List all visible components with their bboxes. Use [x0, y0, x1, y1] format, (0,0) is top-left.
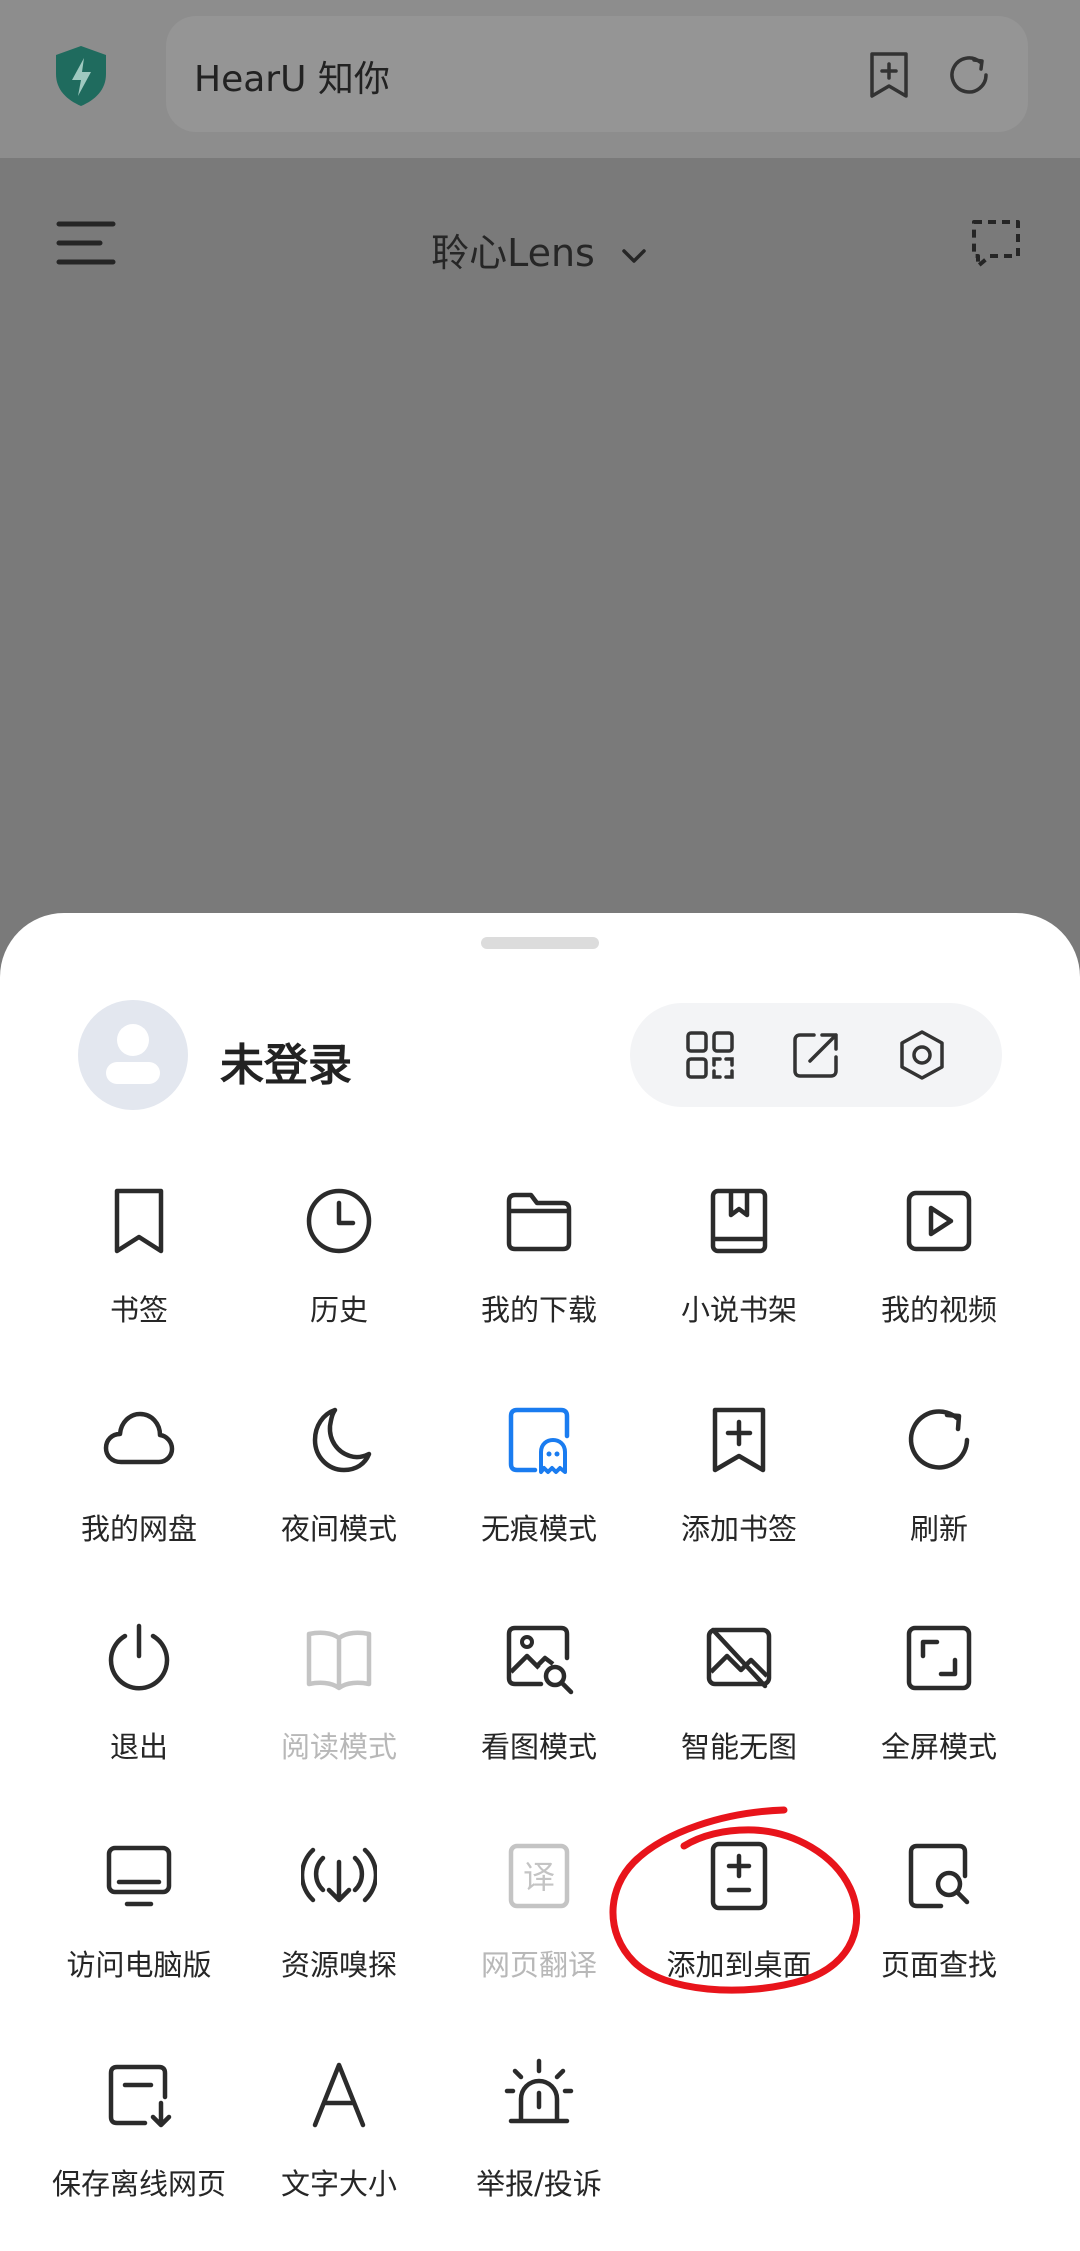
menu-item-fullscreen[interactable]: 全屏模式 [839, 1620, 1039, 1770]
page-title-text: 聆心Lens [431, 231, 595, 275]
menu-item-novel-shelf[interactable]: 小说书架 [639, 1183, 839, 1333]
play-icon [906, 1190, 972, 1252]
menu-item-night-mode[interactable]: 夜间模式 [239, 1402, 439, 1552]
moon-icon [312, 1407, 372, 1473]
bookmark-icon [114, 1188, 164, 1254]
folder-icon [506, 1192, 572, 1252]
menu-item-reading-mode[interactable]: 阅读模式 [239, 1620, 439, 1770]
menu-item-desktop-version[interactable]: 访问电脑版 [39, 1838, 239, 1988]
login-status[interactable]: 未登录 [220, 1029, 352, 1093]
menu-item-bookmarks[interactable]: 书签 [39, 1183, 239, 1333]
fullscreen-icon [906, 1625, 972, 1691]
browser-menu-sheet: 未登录 [0, 913, 1080, 2251]
menu-item-my-videos[interactable]: 我的视频 [839, 1183, 1039, 1333]
monitor-icon [106, 1845, 172, 1907]
refresh-icon[interactable] [944, 50, 994, 100]
book-shelf-icon [710, 1188, 768, 1254]
avatar[interactable] [78, 1000, 188, 1110]
menu-item-resource-sniff[interactable]: 资源嗅探 [239, 1838, 439, 1988]
menu-item-save-offline[interactable]: 保存离线网页 [39, 2057, 239, 2207]
open-book-icon [306, 1630, 372, 1691]
security-shield-icon[interactable] [52, 44, 110, 108]
settings-gear-icon[interactable] [894, 1027, 950, 1083]
no-image-icon [706, 1627, 772, 1689]
signal-download-icon [301, 1847, 377, 1903]
menu-item-image-mode[interactable]: 看图模式 [439, 1620, 639, 1770]
menu-item-find-in-page[interactable]: 页面查找 [839, 1838, 1039, 1988]
chevron-down-icon [622, 248, 646, 263]
feedback-chat-icon[interactable] [968, 216, 1024, 272]
menu-item-downloads[interactable]: 我的下载 [439, 1183, 639, 1333]
scan-grid-icon[interactable] [682, 1027, 738, 1083]
ghost-icon [508, 1407, 570, 1474]
clock-icon [306, 1188, 372, 1254]
menu-item-exit[interactable]: 退出 [39, 1620, 239, 1770]
menu-item-add-to-desktop[interactable]: 添加到桌面 [639, 1838, 839, 1988]
user-silhouette-icon [106, 1024, 160, 1084]
svg-text:译: 译 [523, 1858, 555, 1896]
menu-item-cloud-drive[interactable]: 我的网盘 [39, 1402, 239, 1552]
menu-item-font-size[interactable]: 文字大小 [239, 2057, 439, 2207]
menu-item-web-translate[interactable]: 译 网页翻译 [439, 1838, 639, 1988]
page-search-icon [908, 1843, 970, 1909]
menu-item-incognito-mode[interactable]: 无痕模式 [439, 1402, 639, 1552]
share-icon[interactable] [788, 1027, 844, 1083]
menu-item-smart-no-image[interactable]: 智能无图 [639, 1620, 839, 1770]
add-to-desktop-icon [710, 1841, 768, 1911]
alarm-icon [504, 2058, 574, 2124]
sheet-drag-handle[interactable] [481, 937, 599, 949]
translate-icon: 译 [508, 1843, 570, 1909]
menu-item-history[interactable]: 历史 [239, 1183, 439, 1333]
cloud-icon [103, 1411, 175, 1465]
address-bar[interactable]: HearU 知你 [166, 16, 1028, 132]
browser-toolbar: HearU 知你 [0, 0, 1080, 158]
image-search-icon [506, 1625, 574, 1695]
add-bookmark-icon [712, 1407, 766, 1473]
power-icon [108, 1623, 170, 1691]
add-bookmark-icon[interactable] [864, 50, 914, 100]
address-bar-title: HearU 知你 [194, 59, 390, 100]
font-size-icon [312, 2062, 366, 2128]
menu-item-report[interactable]: 举报/投诉 [439, 2057, 639, 2207]
quick-actions [630, 1003, 1002, 1107]
save-offline-icon [108, 2064, 172, 2128]
refresh-icon [908, 1409, 970, 1470]
menu-item-add-bookmark[interactable]: 添加书签 [639, 1402, 839, 1552]
page-title[interactable]: 聆心Lens [0, 222, 1080, 277]
menu-item-refresh[interactable]: 刷新 [839, 1402, 1039, 1552]
